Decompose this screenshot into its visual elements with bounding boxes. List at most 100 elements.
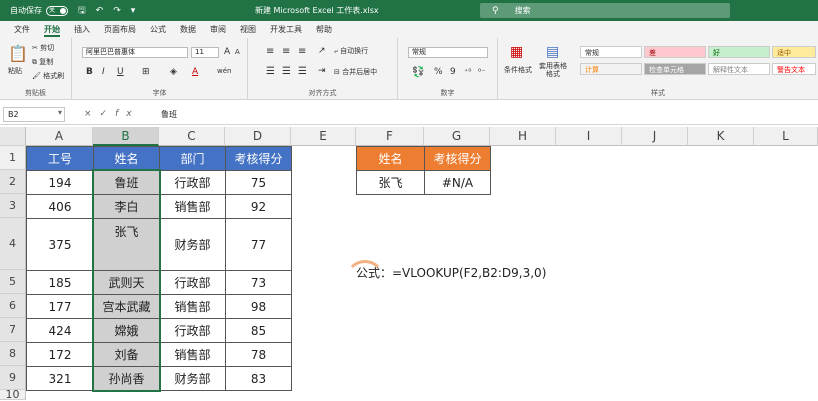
format-painter-button[interactable]: 🖌 格式刷 [32, 71, 64, 81]
row-header-2[interactable]: 2 [0, 170, 26, 194]
number-format-select[interactable]: 常规 [408, 47, 488, 58]
tab-9[interactable]: 帮助 [316, 21, 332, 38]
phonetic-button[interactable]: wén [217, 67, 231, 75]
table-cell[interactable]: 85 [225, 318, 292, 343]
merge-center-button[interactable]: ⊟ 合并后居中 [334, 67, 377, 77]
table-cell[interactable]: 424 [26, 318, 94, 343]
font-color-button[interactable]: A [192, 67, 198, 77]
fill-color-icon[interactable]: ◈ [170, 67, 177, 77]
table-cell[interactable]: 75 [225, 170, 292, 195]
cell-style-7[interactable]: 警告文本 [772, 63, 816, 75]
table-cell[interactable]: 销售部 [159, 194, 226, 219]
column-header-D[interactable]: D [225, 127, 291, 146]
table-cell[interactable]: 406 [26, 194, 94, 219]
align-bottom-icon[interactable]: ≡ [298, 46, 306, 57]
lookup-value-cell[interactable]: 张飞 [356, 170, 425, 195]
tab-4[interactable]: 公式 [150, 21, 166, 38]
tab-0[interactable]: 文件 [14, 21, 30, 38]
align-top-icon[interactable]: ≡ [266, 46, 274, 57]
column-header-E[interactable]: E [291, 127, 356, 146]
column-header-L[interactable]: L [754, 127, 818, 146]
cut-button[interactable]: ✂ 剪切 [32, 43, 54, 53]
table-cell[interactable]: 销售部 [159, 294, 226, 319]
lookup-value-cell[interactable]: #N/A [424, 170, 491, 195]
column-header-K[interactable]: K [688, 127, 754, 146]
row-header-3[interactable]: 3 [0, 194, 26, 218]
row-header-4[interactable]: 4 [0, 218, 26, 270]
conditional-format-icon[interactable]: ▦ [510, 44, 523, 60]
table-cell[interactable]: 财务部 [159, 366, 226, 391]
row-header-5[interactable]: 5 [0, 270, 26, 294]
customize-toolbar-icon[interactable]: ▾ [131, 6, 136, 16]
tab-3[interactable]: 页面布局 [104, 21, 136, 38]
table-cell[interactable]: 宫本武藏 [93, 294, 160, 319]
table-cell[interactable]: 刘备 [93, 342, 160, 367]
wrap-text-button[interactable]: ⤶ 自动换行 [334, 46, 368, 56]
table-cell[interactable]: 83 [225, 366, 292, 391]
table-header-cell[interactable]: 部门 [159, 146, 226, 171]
cell-style-1[interactable]: 差 [644, 46, 706, 58]
copy-button[interactable]: ⧉ 复制 [32, 57, 53, 67]
select-all-corner[interactable] [0, 127, 26, 146]
align-left-icon[interactable]: ☰ [266, 66, 275, 77]
table-cell[interactable]: 武则天 [93, 270, 160, 295]
table-cell[interactable]: 375 [26, 218, 94, 271]
tab-8[interactable]: 开发工具 [270, 21, 302, 38]
table-cell[interactable]: 鲁班 [93, 170, 160, 195]
column-header-H[interactable]: H [490, 127, 556, 146]
orientation-icon[interactable]: ↗ [318, 46, 326, 56]
worksheet-grid[interactable]: A B C D E F G H I J K L 1 2 3 4 5 6 7 8 9 10 工号 姓名 部门 考核得分 194 鲁班 行政… [0, 127, 818, 401]
row-header-7[interactable]: 7 [0, 318, 26, 342]
table-cell[interactable]: 孙尚香 [93, 366, 160, 391]
row-header-6[interactable]: 6 [0, 294, 26, 318]
cell-style-0[interactable]: 常规 [580, 46, 642, 58]
border-icon[interactable]: ⊞ [142, 67, 150, 77]
row-header-1[interactable]: 1 [0, 146, 26, 170]
row-header-9[interactable]: 9 [0, 366, 26, 390]
column-header-G[interactable]: G [424, 127, 490, 146]
align-center-icon[interactable]: ☰ [282, 66, 291, 77]
search-box[interactable]: ⚲ 搜索 [480, 3, 730, 18]
decrease-decimal-icon[interactable]: ⁰⁻ [478, 67, 485, 76]
formula-input[interactable]: 鲁班 [161, 109, 177, 120]
underline-button[interactable]: U [117, 67, 124, 77]
column-header-A[interactable]: A [26, 127, 93, 146]
name-box[interactable]: B2 [3, 107, 65, 122]
font-size-select[interactable]: 11 [191, 47, 219, 58]
table-format-icon[interactable]: ▤ [546, 44, 559, 60]
cell-style-5[interactable]: 检查单元格 [644, 63, 706, 75]
italic-button[interactable]: I [102, 67, 105, 77]
table-cell[interactable]: 销售部 [159, 342, 226, 367]
table-header-cell[interactable]: 工号 [26, 146, 94, 171]
tab-5[interactable]: 数据 [180, 21, 196, 38]
tab-6[interactable]: 审阅 [210, 21, 226, 38]
column-header-I[interactable]: I [556, 127, 622, 146]
autosave-toggle[interactable]: 关 [46, 5, 68, 16]
increase-decimal-icon[interactable]: ⁺⁰ [464, 67, 471, 76]
lookup-header-cell[interactable]: 姓名 [356, 146, 425, 171]
table-cell[interactable]: 73 [225, 270, 292, 295]
indent-icon[interactable]: ⇥ [318, 66, 326, 76]
cell-style-2[interactable]: 好 [708, 46, 770, 58]
table-cell[interactable]: 行政部 [159, 270, 226, 295]
paste-icon[interactable]: 📋 [8, 44, 28, 63]
table-cell[interactable]: 185 [26, 270, 94, 295]
percent-button[interactable]: % [434, 67, 443, 77]
enter-icon[interactable]: ✓ [100, 109, 116, 119]
name-box-dropdown-icon[interactable]: ▾ [58, 108, 62, 117]
table-cell[interactable]: 78 [225, 342, 292, 367]
table-header-cell[interactable]: 姓名 [93, 146, 160, 171]
table-cell[interactable]: 嫦娥 [93, 318, 160, 343]
table-cell[interactable]: 321 [26, 366, 94, 391]
font-name-select[interactable]: 阿里巴巴普惠体 [82, 47, 188, 58]
align-right-icon[interactable]: ☰ [298, 66, 307, 77]
row-header-10[interactable]: 10 [0, 388, 26, 401]
cancel-icon[interactable]: × [84, 109, 100, 119]
comma-button[interactable]: 9 [450, 67, 456, 77]
tab-1[interactable]: 开始 [44, 21, 60, 38]
table-format-button[interactable]: 套用表格格式 [538, 62, 568, 78]
undo-icon[interactable]: ↶ [96, 6, 104, 16]
table-cell[interactable]: 194 [26, 170, 94, 195]
column-header-B[interactable]: B [93, 127, 159, 146]
tab-7[interactable]: 视图 [240, 21, 256, 38]
